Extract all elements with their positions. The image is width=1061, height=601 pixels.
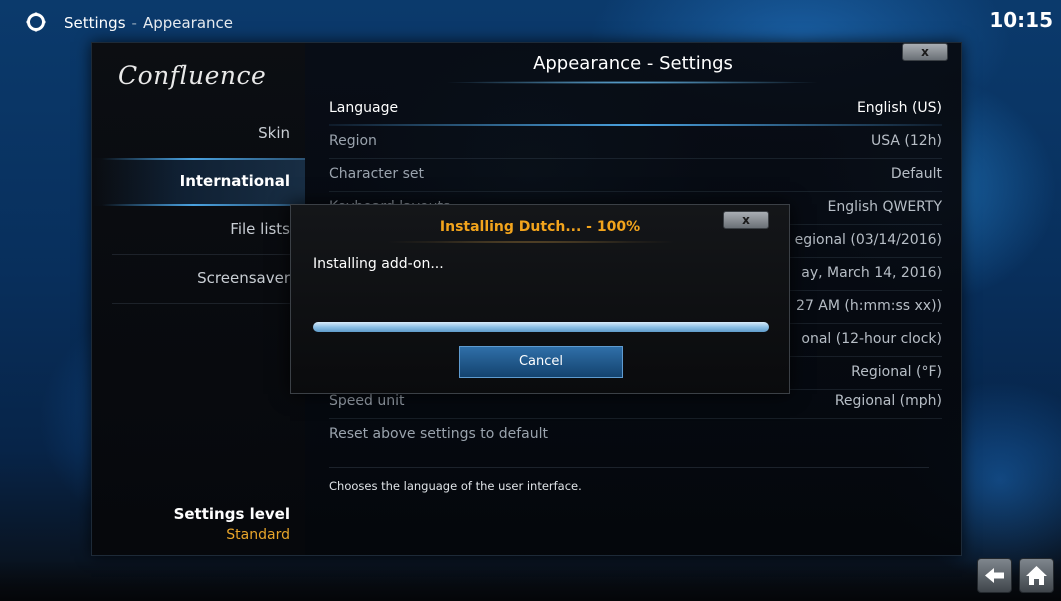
panel-title: Appearance - Settings bbox=[533, 53, 733, 74]
settings-level-button[interactable]: Settings level Standard bbox=[174, 505, 290, 543]
setting-value: 27 AM (h:mm:ss xx)) bbox=[796, 298, 942, 314]
cancel-button[interactable]: Cancel bbox=[459, 346, 623, 378]
back-button[interactable] bbox=[977, 558, 1012, 593]
close-button[interactable]: x bbox=[902, 43, 948, 61]
setting-row-character-set[interactable]: Character set Default bbox=[329, 158, 942, 192]
dialog-title-underline bbox=[381, 241, 681, 243]
setting-value: Regional (mph) bbox=[834, 393, 942, 409]
setting-value: USA (12h) bbox=[870, 133, 942, 149]
clock: 10:15 bbox=[989, 8, 1053, 32]
sidebar-item-label: File lists bbox=[230, 220, 290, 238]
top-bar: Settings - Appearance 10:15 bbox=[0, 0, 1061, 44]
install-progress-dialog: Installing Dutch... - 100% x Installing … bbox=[290, 204, 790, 394]
setting-row-region[interactable]: Region USA (12h) bbox=[329, 125, 942, 159]
skin-logo: Confluence bbox=[118, 61, 267, 90]
sidebar-item-label: Skin bbox=[258, 124, 290, 142]
title-underline bbox=[442, 81, 822, 84]
back-arrow-icon bbox=[985, 568, 1004, 583]
setting-description: Chooses the language of the user interfa… bbox=[329, 479, 582, 493]
sidebar-item-screensaver[interactable]: Screensaver bbox=[92, 255, 305, 303]
sidebar-item-international[interactable]: International bbox=[92, 158, 305, 206]
sidebar-item-label: Screensaver bbox=[197, 269, 290, 287]
setting-row-reset[interactable]: Reset above settings to default bbox=[329, 418, 942, 450]
setting-label: Language bbox=[329, 100, 399, 116]
setting-value: English QWERTY bbox=[827, 199, 942, 215]
bottom-bar bbox=[0, 560, 1061, 601]
setting-label: Reset above settings to default bbox=[329, 426, 548, 442]
dialog-title: Installing Dutch... - 100% bbox=[439, 219, 641, 235]
home-icon bbox=[1026, 566, 1047, 585]
sidebar-item-label: International bbox=[179, 172, 290, 190]
setting-value: English (US) bbox=[856, 100, 942, 116]
setting-row-language[interactable]: Language English (US) bbox=[329, 92, 942, 126]
settings-level-value: Standard bbox=[226, 527, 290, 543]
progress-fill bbox=[313, 322, 769, 332]
sidebar-item-skin[interactable]: Skin bbox=[92, 110, 305, 158]
sidebar: Confluence Skin International File lists… bbox=[92, 43, 305, 555]
setting-value: egional (03/14/2016) bbox=[794, 232, 942, 248]
home-button[interactable] bbox=[1019, 558, 1054, 593]
settings-level-title: Settings level bbox=[173, 505, 290, 523]
sidebar-divider bbox=[112, 303, 292, 304]
breadcrumb-subtitle: Appearance bbox=[142, 14, 234, 32]
gear-icon bbox=[26, 12, 46, 32]
setting-value: ay, March 14, 2016) bbox=[801, 265, 942, 281]
setting-value: Default bbox=[890, 166, 942, 182]
dialog-message: Installing add-on... bbox=[313, 256, 444, 272]
setting-value: onal (12-hour clock) bbox=[801, 331, 942, 347]
setting-value: Regional (°F) bbox=[851, 364, 942, 380]
description-divider bbox=[329, 467, 929, 468]
install-progress-bar bbox=[313, 322, 769, 332]
dialog-close-button[interactable]: x bbox=[723, 211, 769, 229]
breadcrumb: Settings - Appearance bbox=[64, 14, 233, 32]
setting-label: Character set bbox=[329, 166, 424, 182]
setting-label: Speed unit bbox=[329, 393, 405, 409]
breadcrumb-separator: - bbox=[131, 14, 137, 32]
setting-label: Region bbox=[329, 133, 377, 149]
sidebar-item-file-lists[interactable]: File lists bbox=[92, 206, 305, 254]
breadcrumb-title: Settings bbox=[64, 14, 126, 32]
